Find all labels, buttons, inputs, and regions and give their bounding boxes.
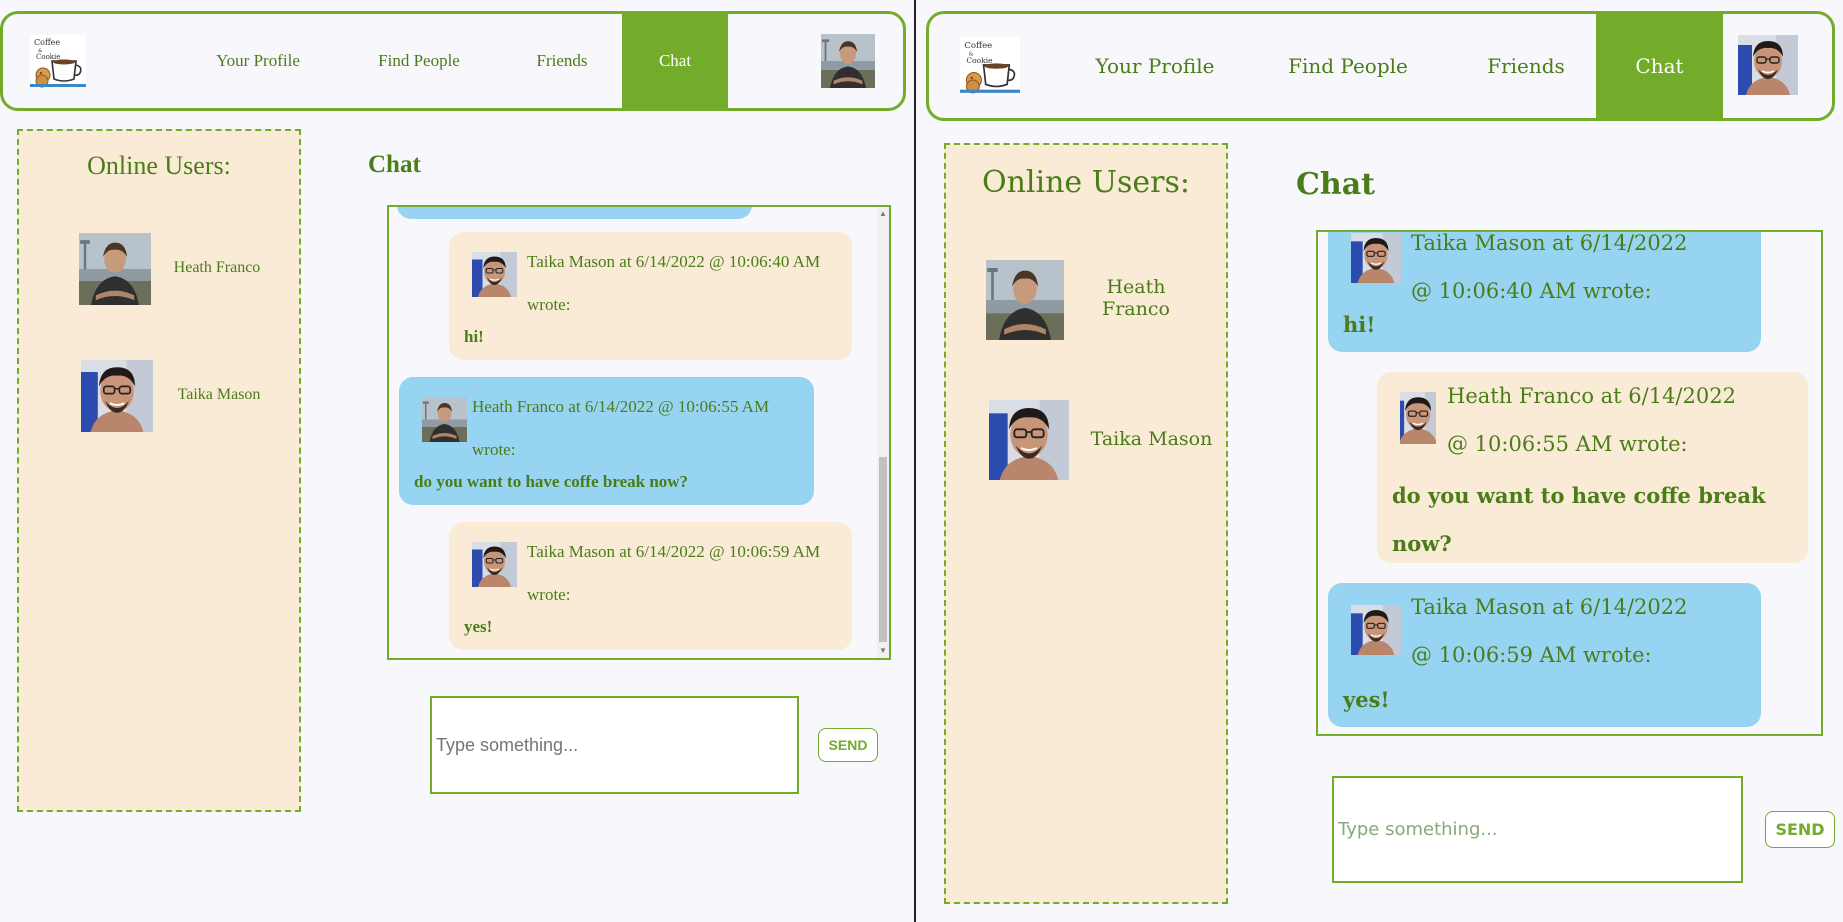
- online-users-panel: Online Users: Heath Franco Taika Mason: [944, 143, 1228, 904]
- profile-avatar[interactable]: [1738, 35, 1798, 95]
- nav-find-people[interactable]: Find People: [365, 14, 473, 108]
- chat-title: Chat: [368, 151, 421, 178]
- message-bubble: Taika Mason at 6/14/2022 @ 10:06:59 AM w…: [449, 522, 852, 650]
- coffee-cup-logo-icon[interactable]: [30, 34, 86, 88]
- message-text: yes!: [464, 617, 493, 636]
- user-name: Taika Mason: [1090, 428, 1213, 450]
- online-users-panel: Online Users: Heath Franco Taika Mason: [17, 129, 301, 812]
- online-users-title: Online Users:: [87, 151, 231, 180]
- message-meta: Heath Franco at 6/14/2022 @ 10:06:55 AM …: [1447, 384, 1736, 456]
- message-input[interactable]: [430, 696, 799, 794]
- chat-title: Chat: [1296, 167, 1375, 202]
- scroll-up-icon[interactable]: ▲: [877, 209, 889, 219]
- message-bubble: Heath Franco at 6/14/2022 @ 10:06:55 AM …: [1377, 372, 1808, 563]
- scroll-down-icon[interactable]: ▼: [877, 646, 889, 656]
- message-text: do you want to have coffe break now?: [1392, 483, 1766, 556]
- pane-divider: [914, 0, 916, 922]
- online-user-row[interactable]: Taika Mason: [989, 400, 1219, 480]
- message-text: hi!: [1343, 312, 1376, 337]
- user-avatar: [81, 360, 153, 432]
- message-avatar: [1351, 233, 1401, 283]
- message-text: do you want to have coffe break now?: [414, 472, 689, 491]
- message-avatar: [472, 542, 517, 587]
- nav-your-profile[interactable]: Your Profile: [1069, 14, 1241, 118]
- message-meta: Heath Franco at 6/14/2022 @ 10:06:55 AM …: [472, 397, 770, 459]
- user-avatar: [79, 233, 151, 305]
- message-bubble: Taika Mason at 6/14/2022 @ 10:06:59 AM w…: [1328, 583, 1761, 727]
- message-bubble: Taika Mason at 6/14/2022 @ 10:06:40 AM w…: [449, 232, 852, 360]
- message-meta: Taika Mason at 6/14/2022 @ 10:06:40 AM w…: [527, 252, 821, 314]
- message-avatar: [422, 397, 467, 442]
- online-users-title: Online Users:: [982, 165, 1190, 200]
- user-avatar: [989, 400, 1069, 480]
- message-avatar: [1351, 605, 1401, 655]
- message-avatar: [472, 252, 517, 297]
- message-text: hi!: [464, 327, 484, 346]
- send-button[interactable]: SEND: [818, 728, 878, 762]
- message-meta: Taika Mason at 6/14/2022 @ 10:06:40 AM w…: [1411, 231, 1688, 303]
- nav-chat[interactable]: Chat: [1596, 14, 1723, 118]
- message-bubble: Taika Mason at 6/14/2022 @ 10:06:40 AM w…: [1328, 231, 1761, 352]
- nav-your-profile[interactable]: Your Profile: [203, 14, 313, 108]
- send-button[interactable]: SEND: [1765, 811, 1835, 848]
- chat-messages-box[interactable]: Taika Mason at 6/14/2022 @ 10:06:40 AM w…: [387, 205, 891, 660]
- message-bubble-partial: [397, 207, 752, 219]
- chat-scrollbar[interactable]: ▲ ▼: [877, 207, 889, 658]
- nav-find-people[interactable]: Find People: [1264, 14, 1432, 118]
- user-name: Taika Mason: [177, 386, 261, 403]
- online-user-row[interactable]: Heath Franco: [986, 260, 1216, 340]
- message-avatar: [1400, 392, 1436, 444]
- chat-scrollbar-thumb[interactable]: [879, 457, 887, 642]
- coffee-cup-logo-icon[interactable]: [960, 36, 1020, 94]
- navbar: Your Profile Find People Friends Chat: [926, 11, 1835, 121]
- user-name: Heath Franco: [173, 259, 261, 276]
- nav-friends[interactable]: Friends: [521, 14, 603, 108]
- message-text: yes!: [1343, 687, 1390, 712]
- right-pane: Your Profile Find People Friends Chat On…: [917, 0, 1843, 922]
- user-name: Heath Franco: [1102, 276, 1170, 320]
- user-avatar: [986, 260, 1064, 340]
- nav-chat[interactable]: Chat: [622, 14, 728, 108]
- message-bubble: Heath Franco at 6/14/2022 @ 10:06:55 AM …: [399, 377, 814, 505]
- left-pane: Your Profile Find People Friends Chat On…: [0, 0, 914, 922]
- navbar: Your Profile Find People Friends Chat: [0, 11, 906, 111]
- message-input[interactable]: [1332, 776, 1743, 883]
- message-meta: Taika Mason at 6/14/2022 @ 10:06:59 AM w…: [1411, 595, 1688, 667]
- online-user-row[interactable]: Heath Franco: [79, 233, 289, 305]
- chat-messages-box[interactable]: Taika Mason at 6/14/2022 @ 10:06:40 AM w…: [1316, 230, 1823, 736]
- nav-friends[interactable]: Friends: [1456, 14, 1596, 118]
- online-user-row[interactable]: Taika Mason: [81, 360, 291, 432]
- profile-avatar[interactable]: [821, 34, 875, 88]
- message-meta: Taika Mason at 6/14/2022 @ 10:06:59 AM w…: [527, 542, 821, 604]
